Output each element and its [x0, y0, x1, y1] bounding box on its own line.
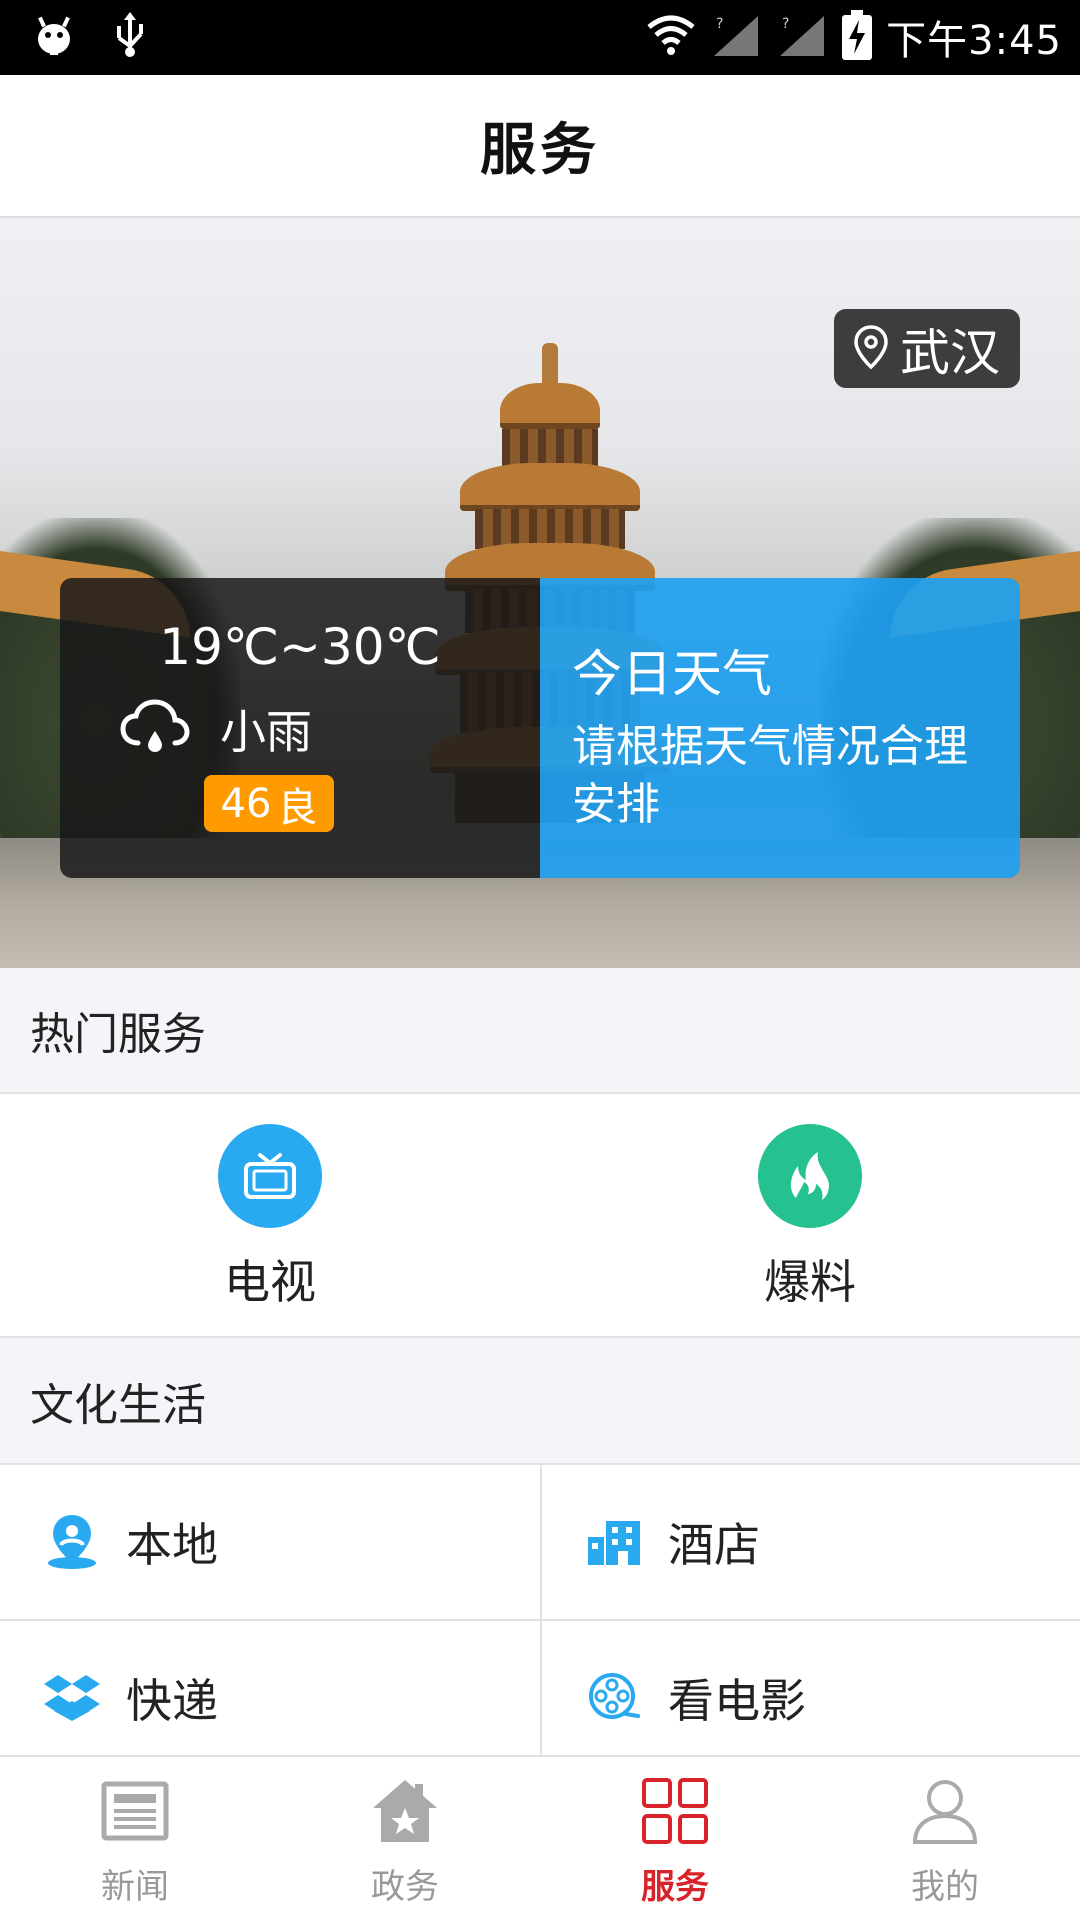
service-label: 酒店	[668, 1518, 760, 1572]
location-city: 武汉	[900, 323, 1000, 382]
service-tip-off[interactable]: 爆料	[710, 1124, 910, 1312]
service-label: 快递	[126, 1674, 218, 1728]
today-weather-card[interactable]: 今日天气 请根据天气情况合理安排	[540, 578, 1020, 878]
section-header-culture-life: 文化生活	[0, 1338, 1080, 1465]
wifi-icon	[646, 13, 696, 61]
package-box-icon	[42, 1668, 102, 1728]
nav-mine[interactable]: 我的	[810, 1775, 1080, 1908]
page-title: 服务	[480, 118, 600, 183]
svg-text:?: ?	[716, 16, 723, 32]
weather-summary-card: 19℃~30℃ 小雨 46 良	[60, 578, 540, 878]
air-quality-badge: 46 良	[204, 775, 334, 832]
light-rain-icon	[120, 699, 190, 759]
android-icon	[34, 13, 74, 61]
service-label: 本地	[126, 1518, 218, 1572]
section-header-hot-services: 热门服务	[0, 968, 1080, 1094]
film-reel-icon	[584, 1668, 644, 1728]
status-bar: ? ? 下午3:45	[0, 0, 1080, 75]
service-label: 爆料	[764, 1255, 856, 1309]
service-label: 电视	[224, 1255, 316, 1309]
hot-services-panel: 电视 爆料	[0, 1094, 1080, 1338]
weather-condition: 小雨	[220, 705, 312, 759]
aqi-level: 良	[277, 784, 318, 831]
today-weather-tip: 请根据天气情况合理安排	[572, 721, 968, 830]
newspaper-icon	[0, 1775, 270, 1847]
nav-label: 政务	[371, 1867, 439, 1907]
location-pin-icon	[854, 324, 888, 373]
service-express[interactable]: 快递	[0, 1621, 540, 1777]
grid-icon	[540, 1775, 810, 1847]
location-selector[interactable]: 武汉	[834, 309, 1020, 388]
page-header: 服务	[0, 75, 1080, 218]
nav-news[interactable]: 新闻	[0, 1775, 270, 1908]
section-title: 热门服务	[30, 1009, 206, 1060]
usb-icon	[112, 12, 148, 62]
hotel-building-icon	[584, 1512, 644, 1572]
government-house-icon	[270, 1775, 540, 1847]
service-movie[interactable]: 看电影	[540, 1621, 1080, 1777]
svg-text:?: ?	[782, 16, 789, 32]
nav-label: 新闻	[101, 1867, 169, 1907]
nav-government[interactable]: 政务	[270, 1775, 540, 1908]
service-tv[interactable]: 电视	[170, 1124, 370, 1312]
service-hotel[interactable]: 酒店	[540, 1465, 1080, 1621]
nav-services[interactable]: 服务	[540, 1775, 810, 1908]
temperature-range: 19℃~30℃	[159, 618, 441, 676]
tv-icon	[218, 1124, 322, 1228]
weather-banner: 武汉 19℃~30℃ 小雨 46 良 今日天气 请根据天气情况合理安排	[0, 218, 1080, 968]
profile-icon	[810, 1775, 1080, 1847]
signal-icon: ?	[776, 12, 828, 62]
section-title: 文化生活	[30, 1379, 206, 1431]
today-weather-title: 今日天气	[572, 645, 772, 703]
location-pin-icon	[42, 1512, 102, 1572]
nav-label: 我的	[911, 1867, 979, 1907]
bottom-navigation: 新闻 政务 服务 我的	[0, 1755, 1080, 1920]
service-label: 看电影	[668, 1674, 806, 1728]
flame-icon	[758, 1124, 862, 1228]
signal-icon: ?	[710, 12, 762, 62]
nav-label: 服务	[641, 1867, 709, 1907]
aqi-value: 46	[220, 780, 272, 827]
service-local[interactable]: 本地	[0, 1465, 540, 1621]
clock: 下午3:45	[886, 18, 1062, 64]
battery-charging-icon	[842, 10, 873, 64]
